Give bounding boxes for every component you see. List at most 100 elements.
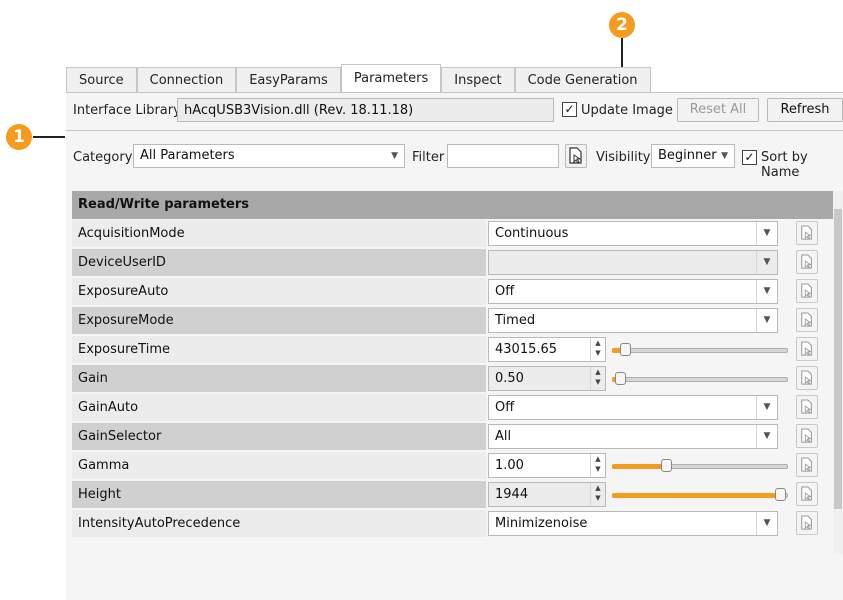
document-cursor-icon [801, 283, 812, 298]
param-slider[interactable] [612, 488, 788, 502]
param-apply-button[interactable] [796, 366, 818, 390]
param-value-spinbox[interactable]: 1.00 ▲ ▼ [488, 453, 606, 478]
param-name: GainAuto [72, 394, 486, 421]
param-apply-button[interactable] [796, 395, 818, 419]
document-cursor-icon [801, 225, 812, 240]
spin-arrows-icon[interactable]: ▲ ▼ [590, 367, 605, 390]
separator [66, 130, 843, 131]
param-value-select[interactable]: ▼ [488, 250, 778, 275]
param-row: ExposureAuto Off ▼ [72, 277, 833, 306]
param-slider[interactable] [612, 372, 788, 386]
param-row: GainSelector All ▼ [72, 422, 833, 451]
scrollbar-thumb[interactable] [834, 209, 842, 509]
tab-code-generation[interactable]: Code Generation [514, 67, 651, 93]
param-value-select[interactable]: Continuous ▼ [488, 221, 778, 246]
param-value-spinbox[interactable]: 1944 ▲ ▼ [488, 482, 606, 507]
slider-fill [612, 493, 779, 498]
tab-inspect[interactable]: Inspect [441, 67, 515, 93]
reset-all-button[interactable]: Reset All [677, 98, 759, 122]
tab-source[interactable]: Source [66, 67, 137, 93]
param-apply-button[interactable] [796, 424, 818, 448]
param-row: ExposureMode Timed ▼ [72, 306, 833, 335]
spin-arrows-icon[interactable]: ▲ ▼ [590, 483, 605, 506]
param-apply-button[interactable] [796, 221, 818, 245]
document-cursor-icon [801, 515, 812, 530]
category-label: Category [73, 150, 133, 165]
category-value: All Parameters [140, 148, 235, 163]
param-value: Off [495, 284, 515, 299]
interface-library-field: hAcqUSB3Vision.dll (Rev. 18.11.18) [177, 98, 554, 122]
param-value-spinbox[interactable]: 43015.65 ▲ ▼ [488, 337, 606, 362]
param-row: Gamma 1.00 ▲ ▼ [72, 451, 833, 480]
param-value: 43015.65 [495, 342, 558, 357]
filter-input[interactable] [447, 144, 559, 168]
document-cursor-icon [801, 341, 812, 356]
slider-track [612, 348, 788, 353]
chevron-down-icon: ▼ [756, 251, 777, 274]
param-row: ExposureTime 43015.65 ▲ ▼ [72, 335, 833, 364]
callout-1-line [33, 136, 65, 138]
param-slider[interactable] [612, 459, 788, 473]
document-cursor-icon [801, 312, 812, 327]
tab-easyparams[interactable]: EasyParams [236, 67, 341, 93]
parameter-grid: Read/Write parameters AcquisitionMode Con… [72, 191, 833, 554]
slider-handle[interactable] [661, 459, 672, 472]
param-value-spinbox[interactable]: 0.50 ▲ ▼ [488, 366, 606, 391]
visibility-select[interactable]: Beginner ▼ [651, 144, 735, 168]
update-image-checkbox[interactable]: ✓ [562, 102, 577, 117]
filter-apply-button[interactable] [565, 144, 587, 168]
param-row: Gain 0.50 ▲ ▼ [72, 364, 833, 393]
param-value-select[interactable]: Minimizenoise ▼ [488, 511, 778, 536]
param-value: Minimizenoise [495, 516, 588, 531]
param-name: IntensityAutoPrecedence [72, 510, 486, 537]
refresh-button[interactable]: Refresh [767, 98, 843, 122]
param-apply-button[interactable] [796, 250, 818, 274]
section-header: Read/Write parameters [72, 191, 833, 219]
document-cursor-icon [801, 254, 812, 269]
slider-fill [612, 464, 665, 469]
chevron-down-icon: ▼ [756, 396, 777, 419]
chevron-down-icon: ▼ [756, 222, 777, 245]
param-name: DeviceUserID [72, 249, 486, 276]
param-value: Timed [495, 313, 536, 328]
param-apply-button[interactable] [796, 337, 818, 361]
category-select[interactable]: All Parameters ▼ [133, 144, 405, 168]
chevron-down-icon: ▼ [756, 309, 777, 332]
param-value-select[interactable]: Timed ▼ [488, 308, 778, 333]
chevron-down-icon: ▼ [721, 151, 728, 161]
document-cursor-icon [801, 486, 812, 501]
param-name: Gamma [72, 452, 486, 479]
param-slider[interactable] [612, 343, 788, 357]
spin-arrows-icon[interactable]: ▲ ▼ [590, 338, 605, 361]
tab-parameters[interactable]: Parameters [340, 64, 442, 94]
filter-label: Filter [412, 150, 445, 165]
param-name: ExposureTime [72, 336, 486, 363]
param-apply-button[interactable] [796, 482, 818, 506]
param-value-select[interactable]: Off ▼ [488, 395, 778, 420]
param-value-select[interactable]: Off ▼ [488, 279, 778, 304]
param-row: AcquisitionMode Continuous ▼ [72, 219, 833, 248]
param-value-select[interactable]: All ▼ [488, 424, 778, 449]
chevron-down-icon: ▼ [756, 512, 777, 535]
slider-handle[interactable] [615, 372, 626, 385]
chevron-down-icon: ▼ [756, 280, 777, 303]
param-apply-button[interactable] [796, 453, 818, 477]
slider-handle[interactable] [620, 343, 631, 356]
document-cursor-icon [569, 147, 582, 164]
spin-arrows-icon[interactable]: ▲ ▼ [590, 454, 605, 477]
vertical-scrollbar[interactable] [833, 191, 843, 554]
slider-handle[interactable] [775, 488, 786, 501]
interface-library-label: Interface Library [73, 103, 181, 118]
param-name: Height [72, 481, 486, 508]
sort-by-name-checkbox[interactable]: ✓ [742, 150, 757, 165]
param-apply-button[interactable] [796, 511, 818, 535]
param-apply-button[interactable] [796, 279, 818, 303]
param-row: Height 1944 ▲ ▼ [72, 480, 833, 509]
param-value: All [495, 429, 512, 444]
chevron-down-icon: ▼ [391, 151, 398, 161]
slider-track [612, 377, 788, 382]
param-name: AcquisitionMode [72, 220, 486, 247]
callout-2: 2 [609, 12, 635, 38]
param-apply-button[interactable] [796, 308, 818, 332]
tab-connection[interactable]: Connection [136, 67, 237, 93]
